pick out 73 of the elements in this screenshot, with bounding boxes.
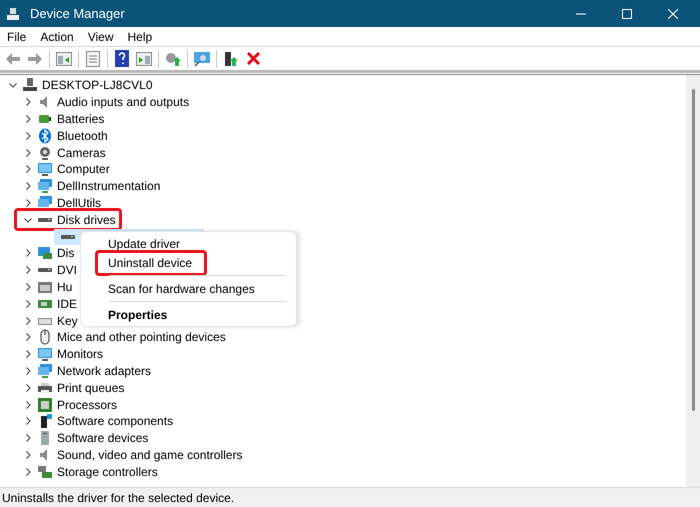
window-title: Device Manager <box>30 4 125 23</box>
expand-chevron-icon[interactable] <box>24 148 32 157</box>
tree-item[interactable]: Sound, video and game controllers <box>57 446 242 464</box>
menu-item[interactable]: View <box>80 28 120 46</box>
collapse-chevron-icon[interactable] <box>9 81 17 90</box>
tree-item[interactable]: Batteries <box>57 110 104 128</box>
menu-option[interactable]: Scan for hardware changes <box>108 280 255 298</box>
expand-chevron-icon[interactable] <box>24 384 32 392</box>
menu-option[interactable]: Properties <box>108 306 168 324</box>
expand-chevron-icon[interactable] <box>24 417 32 426</box>
close-icon[interactable] <box>668 8 678 18</box>
expand-chevron-icon[interactable] <box>24 165 32 174</box>
network-monitor-icon <box>37 362 53 379</box>
tree-item[interactable]: DellUtils <box>57 194 102 212</box>
tree-item[interactable]: Monitors <box>57 345 104 364</box>
expand-chevron-icon[interactable] <box>24 468 32 476</box>
tree-item[interactable]: Mice and other pointing devices <box>57 328 226 346</box>
tree-item[interactable]: Software devices <box>57 429 148 448</box>
expand-chevron-icon[interactable] <box>24 198 32 207</box>
collapse-chevron-icon[interactable] <box>24 216 32 224</box>
bluetooth-icon <box>37 128 53 144</box>
expand-chevron-icon[interactable] <box>24 114 32 123</box>
menu-option[interactable]: Uninstall device <box>108 254 192 272</box>
storage-controller-icon <box>37 464 53 480</box>
tree-item[interactable]: Network adapters <box>57 362 152 380</box>
disk-drive-icon <box>38 268 52 272</box>
tree-item[interactable]: Print queues <box>57 378 124 397</box>
expand-chevron-icon[interactable] <box>24 300 32 308</box>
tree-item[interactable]: Disk drives <box>57 210 116 229</box>
expand-chevron-icon[interactable] <box>24 316 32 325</box>
menu-item[interactable]: Help <box>120 28 160 46</box>
expand-chevron-icon[interactable] <box>24 434 32 442</box>
menu-option[interactable]: Update driver <box>108 234 180 252</box>
expand-chevron-icon[interactable] <box>24 366 32 375</box>
device-manager-icon <box>6 6 20 20</box>
tree-item[interactable]: Software components <box>57 412 174 430</box>
tree-item[interactable]: Cameras <box>57 144 106 162</box>
tree-item[interactable]: Storage controllers <box>57 462 158 481</box>
expand-chevron-icon[interactable] <box>24 400 32 409</box>
tree-item[interactable]: Computer <box>57 160 110 178</box>
expand-chevron-icon[interactable] <box>24 98 32 106</box>
maximize-icon[interactable] <box>622 8 632 18</box>
disk-drive-icon <box>38 218 52 222</box>
status-text: Uninstalls the driver for the selected device. <box>1 490 234 506</box>
expand-chevron-icon[interactable] <box>24 132 32 140</box>
monitor-icon <box>37 161 53 178</box>
tree-item[interactable]: IDE <box>57 294 78 313</box>
expand-chevron-icon[interactable] <box>24 266 32 274</box>
disk-drive-icon <box>61 234 75 239</box>
expand-chevron-icon[interactable] <box>24 282 32 291</box>
tree-item[interactable]: DESKTOP-LJ8CVL0 <box>42 76 152 94</box>
expand-chevron-icon[interactable] <box>24 350 32 358</box>
webcam-icon <box>37 144 53 161</box>
menu-item[interactable]: Action <box>33 28 81 46</box>
expand-chevron-icon[interactable] <box>24 450 32 459</box>
menu-item[interactable]: File <box>0 28 34 46</box>
computer-icon <box>22 77 38 94</box>
tree-item[interactable]: Audio inputs and outputs <box>57 93 190 112</box>
monitor-icon <box>37 346 53 362</box>
network-monitor-icon <box>37 178 53 194</box>
expand-chevron-icon[interactable] <box>24 249 32 258</box>
display-adapter-icon <box>37 245 53 262</box>
tree-item[interactable]: Dis <box>57 244 74 262</box>
expand-chevron-icon[interactable] <box>24 182 32 190</box>
tree-item[interactable]: DellInstrumentation <box>57 177 160 196</box>
tree-item[interactable]: Bluetooth <box>57 126 108 145</box>
tree-item[interactable]: Key <box>57 312 78 330</box>
tree-item[interactable]: Processors <box>57 396 118 414</box>
scrollbar[interactable] <box>686 75 700 487</box>
tree-item[interactable]: DVI <box>57 261 78 280</box>
processor-icon <box>37 396 53 413</box>
expand-chevron-icon[interactable] <box>24 333 32 342</box>
tree-item[interactable]: Hu <box>57 278 72 296</box>
